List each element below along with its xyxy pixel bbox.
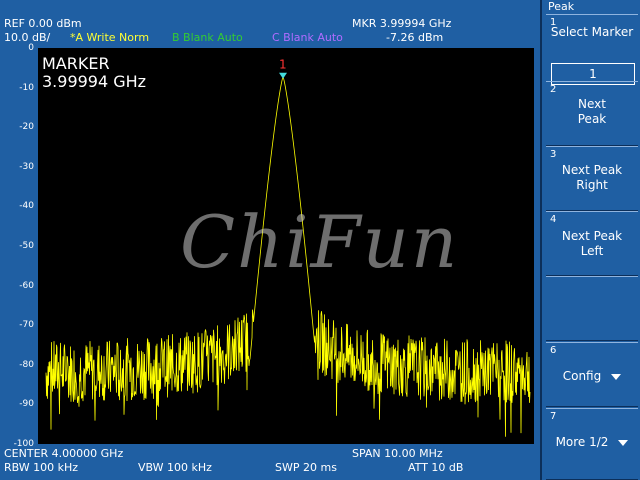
- y-tick-label: -70: [19, 320, 34, 331]
- softkey-number: 3: [550, 149, 557, 160]
- y-tick-label: 0: [28, 43, 34, 53]
- softkey-next-peak-left[interactable]: 4 Next Peak Left: [546, 211, 638, 276]
- softkey-number: 2: [550, 84, 557, 95]
- softkey-label-line2: Peak: [577, 112, 607, 126]
- marker-readout-title: MARKER: [42, 54, 110, 73]
- marker-readout-value: 3.99994 GHz: [42, 72, 147, 91]
- vbw: VBW 100 kHz: [138, 461, 212, 474]
- status-footer: CENTER 4.00000 GHz SPAN 10.00 MHz RBW 10…: [0, 446, 540, 480]
- softkey-label: Select Marker: [550, 25, 634, 39]
- dropdown-triangle-icon: [618, 439, 629, 446]
- softkey-number: 4: [550, 214, 557, 225]
- y-tick-label: -60: [19, 280, 34, 291]
- softkey-label-line1: Next: [578, 97, 606, 111]
- softkey-label-line2: Right: [576, 178, 608, 192]
- softkey-next-peak-right[interactable]: 3 Next Peak Right: [546, 146, 638, 211]
- trace-a-line: [45, 75, 531, 437]
- status-header: REF 0.00 dBm 10.0 dB/ *A Write Norm B Bl…: [0, 0, 540, 46]
- marker-level: -7.26 dBm: [386, 31, 444, 44]
- y-tick-label: -40: [19, 201, 34, 212]
- softkey-panel: Peak 1 Select Marker 1 2 Next Peak 3 Nex…: [540, 0, 640, 480]
- center-frequency: CENTER 4.00000 GHz: [4, 447, 124, 460]
- softkey-more[interactable]: 7 More 1/2: [546, 408, 638, 480]
- sweep-time: SWP 20 ms: [275, 461, 337, 474]
- softkey-label-line2: Left: [580, 244, 604, 258]
- softkey-next-peak[interactable]: 2 Next Peak: [546, 81, 638, 146]
- marker-1-label: 1: [279, 58, 287, 72]
- marker-1-symbol[interactable]: [279, 72, 288, 79]
- spectrum-display[interactable]: 1: [38, 48, 534, 444]
- trace-b-status: B Blank Auto: [172, 31, 243, 44]
- y-tick-label: -20: [19, 122, 34, 133]
- softkey-label-line1: Next Peak: [561, 163, 623, 177]
- softkey-label-row: More 1/2: [546, 435, 638, 450]
- softkey-number: 6: [550, 345, 557, 356]
- dropdown-triangle-icon: [611, 373, 622, 380]
- y-tick-label: -50: [19, 241, 34, 251]
- marker-readout: MARKER 3.99994 GHz: [42, 55, 146, 91]
- trace-c-status: C Blank Auto: [272, 31, 343, 44]
- y-tick-label: -30: [19, 161, 34, 172]
- trace-a-status: *A Write Norm: [70, 31, 150, 44]
- softkey-blank-5[interactable]: [546, 276, 638, 341]
- span: SPAN 10.00 MHz: [352, 447, 443, 460]
- attenuation: ATT 10 dB: [408, 461, 464, 474]
- y-tick-label: -10: [19, 82, 34, 93]
- reference-level: REF 0.00 dBm: [4, 17, 82, 30]
- softkey-config[interactable]: 6 Config: [546, 342, 638, 407]
- y-tick-label: -80: [19, 359, 34, 370]
- softkey-label: Config: [562, 369, 602, 383]
- softkey-select-marker[interactable]: 1 Select Marker 1: [546, 14, 638, 85]
- softkey-number: 7: [550, 411, 557, 422]
- rbw: RBW 100 kHz: [4, 461, 79, 474]
- y-tick-label: -90: [19, 399, 34, 410]
- spectrum-trace-svg: 1: [45, 58, 531, 437]
- softkey-label: More 1/2: [555, 435, 609, 449]
- softkey-label-row: Config: [546, 369, 638, 384]
- menu-title: Peak: [548, 0, 575, 13]
- marker-frequency: MKR 3.99994 GHz: [352, 17, 452, 30]
- softkey-label-line1: Next Peak: [561, 229, 623, 243]
